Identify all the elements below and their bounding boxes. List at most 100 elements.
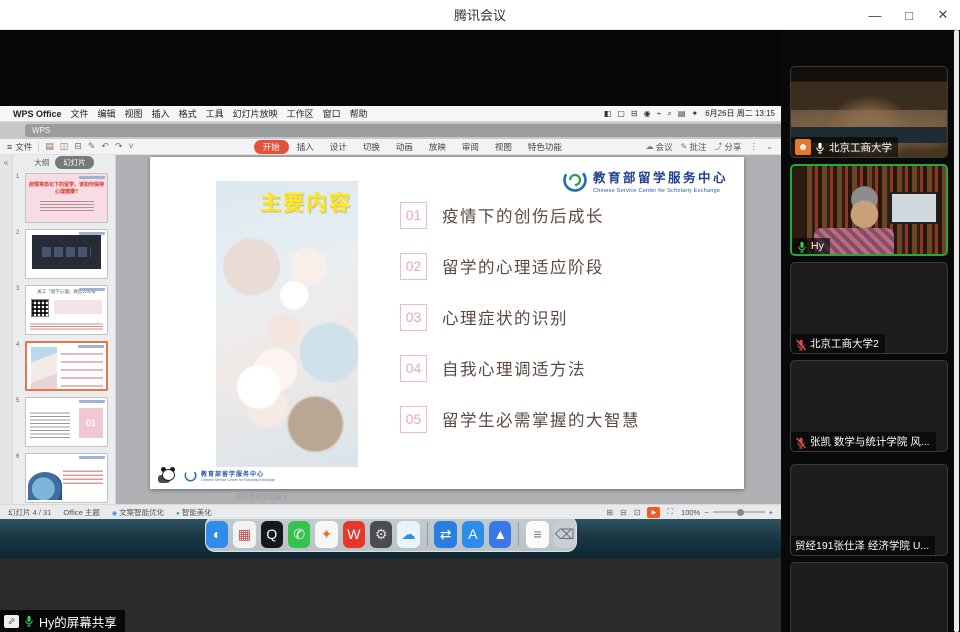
dock-icon-app-store[interactable]: A — [462, 521, 484, 548]
dock-icon-launchpad[interactable]: ▦ — [233, 521, 255, 548]
ribbon-action-分享[interactable]: ⤴分享 — [714, 141, 741, 153]
mic-on-icon — [796, 241, 808, 253]
mic-on-icon — [23, 615, 35, 627]
participant-tile[interactable]: 曾亦诚 数学与统计学院... — [790, 562, 948, 632]
slide-thumbnail-2[interactable] — [25, 229, 108, 279]
quick-tool-icon[interactable]: ◫ — [60, 141, 69, 152]
slide-thumbnail-5[interactable]: 01 — [25, 397, 108, 447]
quick-tool-icon[interactable]: ↷ — [115, 141, 123, 152]
dock-icon-wechat[interactable]: ✆ — [288, 521, 310, 548]
menubar-status-icon[interactable]: ⌁ — [657, 109, 662, 119]
agenda-item: 03心理症状的识别 — [400, 303, 640, 331]
ribbon-tab-设计[interactable]: 设计 — [322, 140, 355, 154]
dock-separator — [427, 522, 428, 546]
ribbon-tab-放映[interactable]: 放映 — [421, 140, 454, 154]
panel-collapse-button[interactable]: « — [0, 155, 13, 504]
menubar-item[interactable]: 工作区 — [287, 107, 314, 120]
view-mode-icon[interactable]: ⊡ — [634, 508, 641, 517]
zoom-out-button[interactable]: − — [704, 508, 708, 517]
dock-icon-wps-office[interactable]: W — [343, 521, 365, 548]
menubar-item[interactable]: 工具 — [206, 107, 224, 120]
panel-tab-大纲[interactable]: 大纲 — [34, 157, 49, 168]
action-label: 会议 — [656, 141, 673, 153]
view-mode-icon[interactable]: ⊟ — [620, 508, 627, 517]
participant-name: 北京工商大学2 — [810, 336, 879, 351]
dock-icon-qq-browser[interactable]: ☁ — [397, 521, 419, 548]
view-mode-icon[interactable]: ⊞ — [606, 508, 613, 517]
participant-tile[interactable]: Hy — [790, 164, 948, 256]
ribbon-more-icon[interactable]: ⌄ — [766, 141, 773, 152]
participant-tile[interactable]: ☻北京工商大学 — [790, 66, 948, 158]
ribbon-tab-审阅[interactable]: 审阅 — [454, 140, 487, 154]
menubar-status-icon[interactable]: ◉ — [644, 109, 651, 119]
menubar-item[interactable]: 帮助 — [350, 107, 368, 120]
ribbon-tab-视图[interactable]: 视图 — [487, 140, 520, 154]
fullscreen-icon[interactable]: ⛶ — [667, 507, 673, 517]
theme-name[interactable]: Office 主题 — [63, 507, 100, 518]
dock-icon-wps-docs[interactable]: ✦ — [315, 521, 337, 548]
zoom-in-button[interactable]: + — [769, 508, 773, 517]
ribbon-action-会议[interactable]: ☁会议 — [646, 141, 673, 153]
quick-tool-icon[interactable]: ⊟ — [74, 141, 82, 152]
csc-logo-cn: 教育部留学服务中心 — [593, 167, 728, 186]
agenda-item: 02留学的心理适应阶段 — [400, 252, 640, 280]
screen-share-banner: ⬀ Hy的屏幕共享 — [0, 610, 125, 632]
ribbon-tab-特色功能[interactable]: 特色功能 — [520, 140, 570, 154]
ribbon-tab-插入[interactable]: 插入 — [289, 140, 322, 154]
menubar-item[interactable]: 视图 — [125, 107, 143, 120]
agenda-text: 自我心理调适方法 — [442, 356, 586, 380]
panel-tab-幻灯片[interactable]: 幻灯片 — [55, 156, 94, 169]
participant-tile[interactable]: 贸经191张仕泽 经济学院 U... — [790, 464, 948, 556]
close-button[interactable]: ✕ — [926, 0, 960, 30]
menubar-status-icon[interactable]: ◧ — [604, 109, 612, 119]
dock-separator — [518, 522, 519, 546]
dock-icon-finder[interactable]: ◐ — [206, 521, 228, 548]
menubar-status-icon[interactable]: ▢ — [617, 109, 625, 119]
menubar-status-icon[interactable]: ⌕ — [667, 109, 671, 119]
smart-polish-button[interactable]: 文案智能优化 — [112, 507, 164, 518]
ribbon-right-actions: ☁会议 ✎批注 ⤴分享 ⋮ ⌄ — [646, 141, 773, 153]
menubar-status-icon[interactable]: ⊟ — [631, 109, 638, 119]
ribbon-tab-动画[interactable]: 动画 — [388, 140, 421, 154]
sidebar-scrollbar[interactable] — [954, 30, 959, 632]
dock-icon-trash[interactable]: ⌫ — [554, 521, 576, 548]
menubar-status-icon[interactable]: ▤ — [678, 109, 686, 119]
quick-tool-icon[interactable]: ↶ — [101, 141, 109, 152]
dock-icon-system-preferences[interactable]: ⚙ — [370, 521, 392, 548]
ribbon-tab-开始[interactable]: 开始 — [254, 140, 289, 154]
quick-tool-icon[interactable]: ✎ — [88, 141, 96, 152]
slide-thumbnail-6[interactable] — [25, 453, 108, 503]
dock-icon-teamviewer[interactable]: ⇄ — [434, 521, 456, 548]
quick-tool-icon[interactable]: ˅ — [129, 141, 134, 152]
menubar-item[interactable]: 插入 — [152, 107, 170, 120]
wps-body: « 大纲幻灯片 1 疫情常态化下的留学，该如何保持心理健康? — [0, 155, 781, 504]
menubar-item[interactable]: 文件 — [71, 107, 89, 120]
ribbon-more-icon[interactable]: ⋮ — [749, 141, 758, 152]
menubar-item[interactable]: 幻灯片放映 — [233, 107, 278, 120]
dock-icon-voov-meeting[interactable]: ▲ — [489, 521, 511, 548]
slide-thumbnail-4-current[interactable] — [25, 341, 108, 391]
minimize-button[interactable]: — — [858, 0, 892, 30]
maximize-button[interactable]: □ — [892, 0, 926, 30]
file-menu-button[interactable]: ≡ 文件 — [7, 141, 32, 153]
notes-placeholder[interactable]: 单击此处添加备注 — [236, 491, 288, 501]
ribbon-tab-切换[interactable]: 切换 — [355, 140, 388, 154]
quick-tool-icon[interactable]: ▤ — [45, 141, 54, 152]
menubar-status-icon[interactable]: ✦ — [691, 109, 698, 119]
slide-thumbnail-3[interactable]: 关工『留学心理』微信公众号 — [25, 285, 108, 335]
slideshow-play-button[interactable]: ▶ — [647, 507, 660, 518]
mic-on-icon — [814, 142, 826, 154]
slide-thumbnail-1[interactable]: 疫情常态化下的留学，该如何保持心理健康? — [25, 173, 108, 223]
menubar-item[interactable]: 编辑 — [98, 107, 116, 120]
zoom-slider[interactable] — [713, 511, 765, 513]
participant-tile[interactable]: 北京工商大学2 — [790, 262, 948, 354]
smart-beautify-button[interactable]: 智能美化 — [176, 507, 212, 518]
dock-icon-notes[interactable]: ≡ — [526, 521, 548, 548]
participant-avatar — [842, 372, 896, 426]
participant-tile[interactable]: 张凯 数学与统计学院 风... — [790, 360, 948, 452]
dock-icon-qq[interactable]: Q — [261, 521, 283, 548]
mac-app-name[interactable]: WPS Office — [13, 109, 62, 119]
menubar-item[interactable]: 窗口 — [323, 107, 341, 120]
menubar-item[interactable]: 格式 — [179, 107, 197, 120]
ribbon-action-批注[interactable]: ✎批注 — [681, 141, 707, 153]
